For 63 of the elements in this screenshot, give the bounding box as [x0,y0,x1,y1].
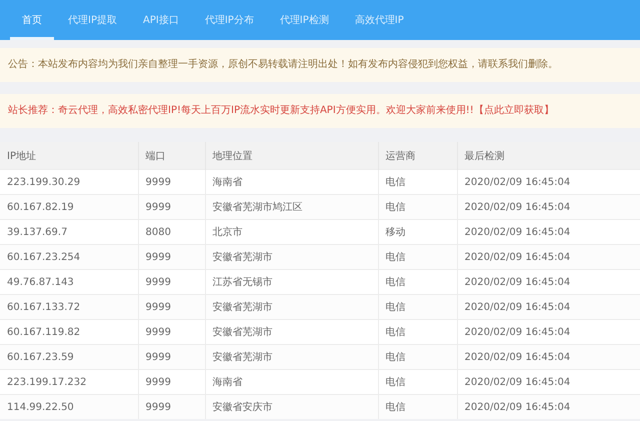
promo-banner: 站长推荐：奇云代理，高效私密代理IP!每天上百万IP流水实时更新支持API方便实用。欢迎大家前来使用!!【点此立即获取】 [0,94,640,128]
table-cell: 223.199.17.232 [0,370,138,394]
column-header: 地理位置 [205,142,378,170]
table-cell: 60.167.119.82 [0,320,138,344]
column-header: 运营商 [378,142,457,170]
column-header: 端口 [138,142,205,170]
table-cell: 安徽省芜湖市 [205,294,378,320]
table-cell: 60.167.23.254 [0,244,138,270]
table-cell: 安徽省安庆市 [205,394,378,419]
table-cell: 2020/02/09 16:45:04 [457,370,640,394]
table-cell: 114.99.22.50 [0,394,138,419]
table-cell: 安徽省芜湖市 [205,344,378,370]
table-cell: 9999 [138,320,205,344]
table-cell: 2020/02/09 16:45:04 [457,344,640,370]
table-cell: 8080 [138,220,205,244]
table-cell: 60.167.23.59 [0,344,138,370]
nav-tab[interactable]: 代理IP分布 [192,0,266,40]
table-cell: 海南省 [205,370,378,394]
table-cell: 39.137.69.7 [0,220,138,244]
table-cell: 9999 [138,194,205,220]
table-cell: 电信 [378,194,457,220]
table-cell: 江苏省无锡市 [205,270,378,294]
table-cell: 60.167.133.72 [0,294,138,320]
table-cell: 电信 [378,370,457,394]
nav-tab[interactable]: 首页 [10,0,54,40]
table-cell: 电信 [378,344,457,370]
table-cell: 海南省 [205,170,378,194]
table-cell: 9999 [138,370,205,394]
table-cell: 北京市 [205,220,378,244]
table-cell: 2020/02/09 16:45:04 [457,270,640,294]
table-cell: 2020/02/09 16:45:04 [457,294,640,320]
table-cell: 移动 [378,220,457,244]
notice-banner: 公告：本站发布内容均为我们亲自整理一手资源，原创不易转载请注明出处！如有发布内容侵犯到您权益，请联系我们删除。 [0,48,640,82]
nav-tab[interactable]: 代理IP检测 [268,0,341,40]
nav-tab[interactable]: 代理IP提取 [56,0,129,40]
table-cell: 电信 [378,170,457,194]
table-cell: 9999 [138,270,205,294]
nav-tab[interactable]: API接口 [130,0,191,40]
column-header: 最后检测 [457,142,640,170]
table-cell: 2020/02/09 16:45:04 [457,394,640,419]
table-cell: 2020/02/09 16:45:04 [457,320,640,344]
table-cell: 223.199.30.29 [0,170,138,194]
table-cell: 9999 [138,344,205,370]
table-cell: 9999 [138,170,205,194]
table-cell: 安徽省芜湖市 [205,320,378,344]
table-cell: 电信 [378,294,457,320]
table-cell: 安徽省芜湖市鸠江区 [205,194,378,220]
table-cell: 2020/02/09 16:45:04 [457,220,640,244]
table-cell: 60.167.82.19 [0,194,138,220]
nav-tab[interactable]: 高效代理IP [342,0,416,40]
table-cell: 电信 [378,244,457,270]
table-cell: 2020/02/09 16:45:04 [457,170,640,194]
table-cell: 49.76.87.143 [0,270,138,294]
column-header: IP地址 [0,142,138,170]
table-cell: 9999 [138,294,205,320]
table-cell: 安徽省芜湖市 [205,244,378,270]
table-cell: 电信 [378,394,457,419]
table-cell: 9999 [138,394,205,419]
table-cell: 9999 [138,244,205,270]
table-cell: 2020/02/09 16:45:04 [457,244,640,270]
table-cell: 2020/02/09 16:45:04 [457,194,640,220]
table-cell: 电信 [378,270,457,294]
table-cell: 电信 [378,320,457,344]
